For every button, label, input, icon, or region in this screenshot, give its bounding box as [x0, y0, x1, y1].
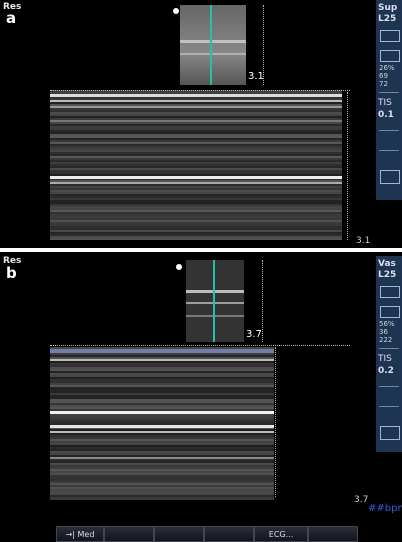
bmode-image: [186, 260, 244, 342]
power-icon[interactable]: [380, 50, 400, 62]
time-scale: [50, 345, 350, 347]
divider: [379, 406, 399, 407]
depth-value: 222: [379, 336, 393, 344]
probe-depth: 3.1: [248, 71, 264, 82]
depth-value: 72: [379, 80, 388, 88]
depth-scale: [263, 5, 265, 85]
softkey-2[interactable]: [154, 526, 204, 542]
softkey-4[interactable]: ECG...: [254, 526, 308, 542]
bmode-image: [180, 5, 246, 85]
mmode-cursor-line[interactable]: [210, 5, 212, 85]
gain-icon[interactable]: [380, 286, 400, 298]
divider: [379, 386, 399, 387]
panel-letter: b: [6, 264, 17, 282]
panel-a: Res a 3.1 3.1 Sup L25 26% 69 72 TIS 0.1: [0, 0, 402, 248]
preset-label: Vas: [378, 259, 396, 269]
divider: [379, 92, 399, 93]
softkey-1[interactable]: [104, 526, 154, 542]
heart-rate-label: ##bpm: [368, 503, 402, 514]
depth-scale-right: [275, 347, 277, 497]
softkey-3[interactable]: [204, 526, 254, 542]
settings-sidebar: Sup L25 26% 69 72 TIS 0.1: [376, 0, 402, 200]
tis-value: 0.1: [378, 110, 394, 120]
tis-label: TIS: [378, 354, 392, 364]
gain-icon[interactable]: [380, 30, 400, 42]
softkey-0[interactable]: →| Med: [56, 526, 104, 542]
power-icon[interactable]: [380, 306, 400, 318]
tis-value: 0.2: [378, 366, 394, 376]
frequency-value: 69: [379, 72, 388, 80]
mmode-depth: 3.1: [356, 236, 371, 246]
divider: [379, 130, 399, 131]
panel-b: Res b 3.7 3.7 ##bpm Vas L25 56% 36 222 T…: [0, 252, 402, 542]
orientation-marker-icon: [176, 264, 182, 270]
tis-label: TIS: [378, 98, 392, 108]
orientation-marker-icon: [173, 8, 179, 14]
panel-letter: a: [6, 9, 17, 27]
frequency-value: 36: [379, 328, 388, 336]
depth-scale-right: [347, 92, 349, 240]
mmode-cursor-line[interactable]: [213, 260, 215, 342]
probe-depth: 3.7: [246, 329, 262, 340]
settings-sidebar: Vas L25 56% 36 222 TIS 0.2: [376, 256, 402, 452]
mode-toggle-icon[interactable]: [380, 426, 400, 440]
power-value: 56%: [379, 320, 395, 328]
probe-label: L25: [378, 14, 397, 24]
probe-label: L25: [378, 270, 397, 280]
divider: [379, 150, 399, 151]
mmode-depth: 3.7: [354, 495, 369, 505]
mmode-trace: [50, 347, 274, 500]
power-value: 26%: [379, 64, 395, 72]
depth-scale: [262, 260, 264, 342]
softkey-menu: →| Med ECG...: [56, 526, 402, 542]
mmode-trace: [50, 90, 342, 240]
preset-label: Sup: [378, 3, 398, 13]
time-scale: [50, 90, 350, 92]
softkey-5[interactable]: [308, 526, 358, 542]
divider: [379, 348, 399, 349]
mode-toggle-icon[interactable]: [380, 170, 400, 184]
